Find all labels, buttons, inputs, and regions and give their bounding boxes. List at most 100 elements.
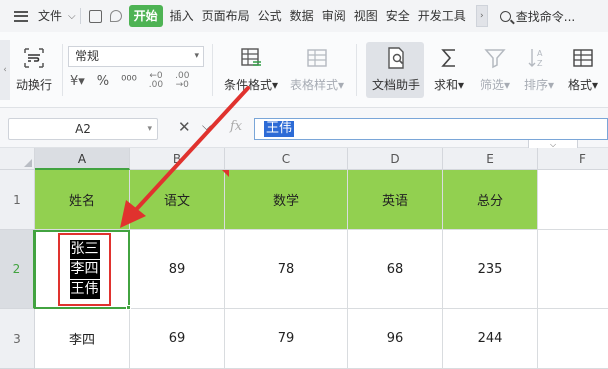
tab-page-layout[interactable]: 页面布局 bbox=[198, 0, 254, 32]
formula-input[interactable]: 王伟 bbox=[254, 118, 608, 140]
menu-divider bbox=[79, 8, 81, 24]
cell-d3[interactable]: 96 bbox=[348, 309, 443, 369]
cell-a3[interactable]: 李四 bbox=[35, 309, 130, 369]
cell-a2-line-1: 张三 bbox=[69, 240, 100, 259]
cell-c1[interactable]: 数学 bbox=[225, 170, 348, 230]
cell-b2[interactable]: 89 bbox=[130, 230, 225, 309]
sort-label: 排序▾ bbox=[524, 78, 555, 92]
worksheet-grid[interactable]: A B C D E F 1 2 3 姓名 语文 数学 英语 总分 89 78 6… bbox=[0, 148, 608, 369]
cell-a1[interactable]: 姓名 bbox=[35, 170, 130, 230]
cell-b3[interactable]: 69 bbox=[130, 309, 225, 369]
cell-c2[interactable]: 78 bbox=[225, 230, 348, 309]
tab-security[interactable]: 安全 bbox=[382, 0, 414, 32]
tab-data[interactable]: 数据 bbox=[286, 0, 318, 32]
cell-a2-line-3: 王伟 bbox=[69, 280, 100, 299]
conditional-format-icon bbox=[241, 48, 262, 66]
document-helper-icon bbox=[388, 47, 404, 69]
tab-review[interactable]: 审阅 bbox=[318, 0, 350, 32]
tab-developer[interactable]: 开发工具 bbox=[414, 0, 470, 32]
format-icon bbox=[573, 49, 593, 67]
search-icon bbox=[499, 10, 511, 22]
fill-handle[interactable] bbox=[126, 305, 131, 310]
ribbon-toolbar: ‹ 动换行 常规 ▾ ¥▾ % ⁰⁰⁰ ←0.00 .00 →0 条件格式▾ 表… bbox=[0, 32, 608, 108]
column-header-e[interactable]: E bbox=[443, 148, 538, 170]
name-box[interactable]: A2 ▾ bbox=[8, 118, 158, 140]
format-button[interactable]: 格式▾ bbox=[568, 46, 598, 93]
percent-icon[interactable]: % bbox=[97, 74, 109, 89]
chevron-down-icon: ▾ bbox=[147, 124, 152, 134]
svg-text:Z: Z bbox=[537, 59, 543, 68]
formula-input-selected-text: 王伟 bbox=[264, 121, 295, 137]
chevron-down-icon: ▾ bbox=[194, 51, 199, 61]
command-search[interactable]: 查找命令... bbox=[494, 8, 575, 25]
column-header-d[interactable]: D bbox=[348, 148, 443, 170]
cell-c3[interactable]: 79 bbox=[225, 309, 348, 369]
command-search-label: 查找命令... bbox=[515, 9, 576, 24]
cancel-icon[interactable]: ✕ bbox=[178, 118, 191, 136]
ribbon-divider bbox=[356, 44, 357, 96]
table-style-label: 表格样式▾ bbox=[290, 78, 345, 92]
document-helper-button[interactable]: 文档助手 bbox=[372, 46, 420, 93]
sort-button[interactable]: A Z 排序▾ bbox=[524, 46, 554, 93]
sum-label: 求和▾ bbox=[434, 78, 465, 92]
cell-e2[interactable]: 235 bbox=[443, 230, 538, 309]
number-format-select[interactable]: 常规 ▾ bbox=[68, 46, 204, 67]
cell-f3[interactable] bbox=[538, 309, 608, 369]
row-header-1[interactable]: 1 bbox=[0, 170, 35, 230]
number-format-value: 常规 bbox=[75, 49, 100, 63]
cell-a2-line-2: 李四 bbox=[69, 260, 100, 279]
cell-f2[interactable] bbox=[538, 230, 608, 309]
highlighted-multiline-text: 张三 李四 王伟 bbox=[58, 233, 111, 306]
cell-e1[interactable]: 总分 bbox=[443, 170, 538, 230]
thousands-separator-icon[interactable]: ⁰⁰⁰ bbox=[121, 74, 137, 89]
select-all-corner[interactable] bbox=[0, 148, 35, 170]
spreadsheet-app: 文件 ⌵ 开始 插入 页面布局 公式 数据 审阅 视图 安全 开发工具 › 查找… bbox=[0, 0, 608, 369]
column-header-f[interactable]: F bbox=[538, 148, 608, 170]
tab-insert[interactable]: 插入 bbox=[166, 0, 198, 32]
currency-icon[interactable]: ¥▾ bbox=[70, 74, 85, 89]
wrap-text-icon bbox=[24, 48, 44, 68]
menu-bar: 文件 ⌵ 开始 插入 页面布局 公式 数据 审阅 视图 安全 开发工具 › 查找… bbox=[0, 0, 608, 32]
comment-indicator bbox=[222, 170, 229, 177]
decrease-decimal-icon[interactable]: .00 →0 bbox=[175, 72, 189, 90]
format-label: 格式▾ bbox=[568, 78, 599, 92]
chevron-down-icon[interactable]: ⌵ bbox=[68, 11, 76, 22]
filter-label: 筛选▾ bbox=[480, 78, 511, 92]
ribbon-divider bbox=[62, 44, 63, 96]
insert-function-icon[interactable]: fx bbox=[230, 119, 242, 134]
save-icon[interactable] bbox=[88, 9, 102, 23]
table-style-button[interactable]: 表格样式▾ bbox=[290, 46, 344, 93]
filter-button[interactable]: 筛选▾ bbox=[480, 46, 510, 93]
file-menu[interactable]: 文件 bbox=[34, 0, 66, 32]
cell-d2[interactable]: 68 bbox=[348, 230, 443, 309]
column-header-c[interactable]: C bbox=[225, 148, 348, 170]
column-header-b[interactable]: B bbox=[130, 148, 225, 170]
row-header-2[interactable]: 2 bbox=[0, 230, 35, 309]
tab-view[interactable]: 视图 bbox=[350, 0, 382, 32]
name-box-value: A2 bbox=[75, 122, 91, 136]
tab-formulas[interactable]: 公式 bbox=[254, 0, 286, 32]
column-header-a[interactable]: A bbox=[35, 148, 130, 170]
cell-b1[interactable]: 语文 bbox=[130, 170, 225, 230]
increase-decimal-icon[interactable]: ←0.00 bbox=[149, 72, 163, 90]
table-style-icon bbox=[307, 49, 327, 67]
document-helper-label: 文档助手 bbox=[372, 78, 421, 92]
cell-e3[interactable]: 244 bbox=[443, 309, 538, 369]
svg-text:A: A bbox=[537, 49, 543, 58]
confirm-chevron-icon[interactable]: ⌵ bbox=[202, 119, 211, 134]
hamburger-icon[interactable] bbox=[14, 10, 28, 22]
undo-icon[interactable] bbox=[109, 10, 122, 22]
conditional-format-label: 条件格式▾ bbox=[224, 78, 279, 92]
sum-button[interactable]: 求和▾ bbox=[434, 46, 464, 93]
cell-f1[interactable] bbox=[538, 170, 608, 230]
filter-icon bbox=[484, 49, 506, 69]
ribbon-scroll-left-button[interactable]: ‹ bbox=[0, 40, 10, 100]
cell-d1[interactable]: 英语 bbox=[348, 170, 443, 230]
row-header-3[interactable]: 3 bbox=[0, 309, 35, 369]
sort-icon: A Z bbox=[528, 49, 543, 68]
conditional-format-button[interactable]: 条件格式▾ bbox=[224, 46, 278, 93]
wrap-text-button[interactable]: 动换行 bbox=[16, 46, 52, 93]
ribbon-divider bbox=[212, 44, 213, 96]
tab-start[interactable]: 开始 bbox=[128, 5, 163, 27]
tabs-scroll-right-button[interactable]: › bbox=[475, 5, 488, 27]
